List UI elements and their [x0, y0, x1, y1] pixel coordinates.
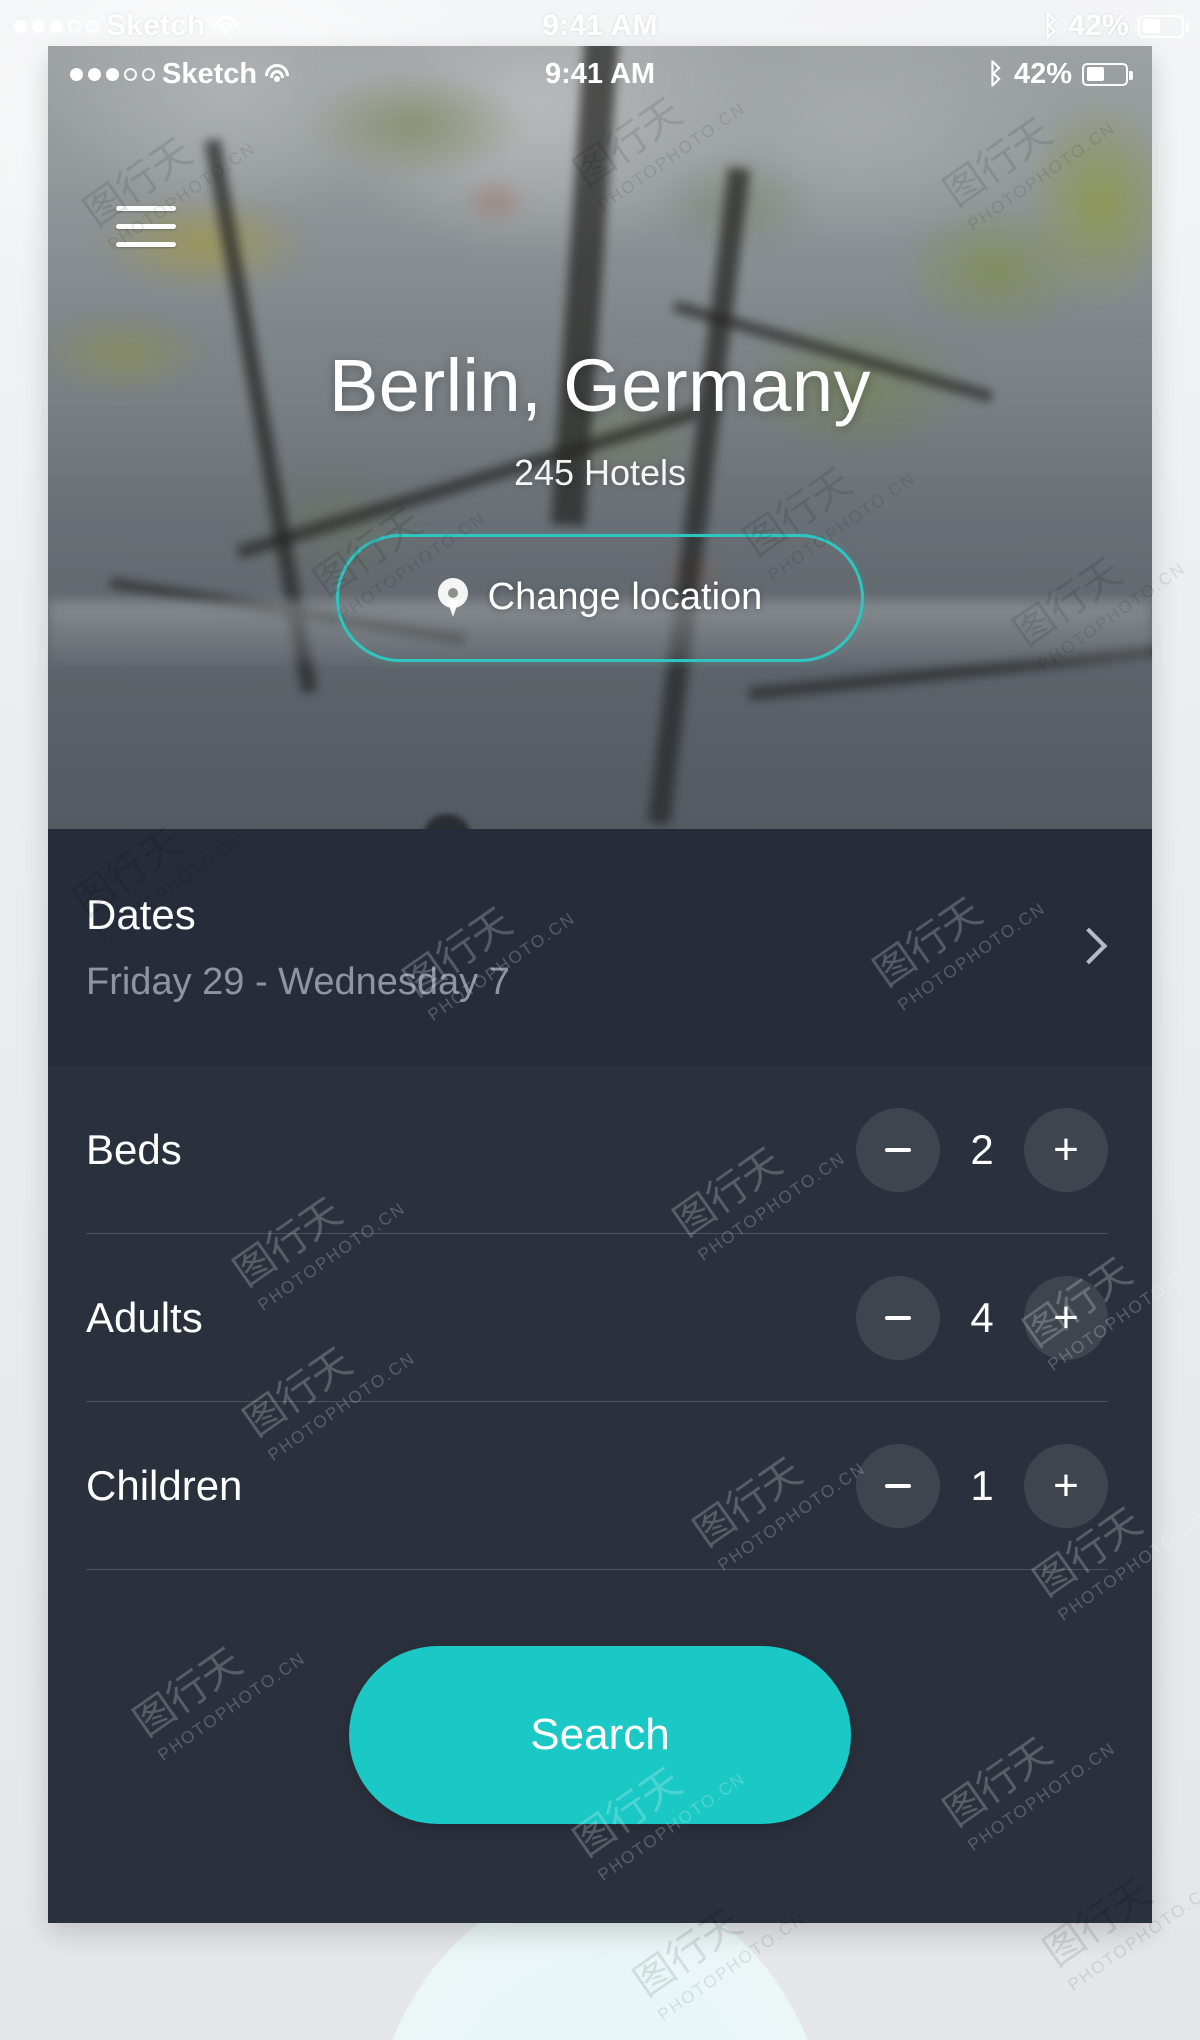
- outer-status-right: ᛒ 42%: [1042, 9, 1189, 43]
- minus-icon-children[interactable]: [856, 1444, 940, 1528]
- counter-value-children: 1: [970, 1462, 994, 1509]
- plus-icon-beds[interactable]: +: [1024, 1108, 1108, 1192]
- counter-value-adults: 4: [970, 1294, 994, 1341]
- hero-content: Berlin, Germany 245 Hotels Change locati…: [48, 346, 1152, 662]
- dates-label: Dates: [86, 891, 196, 938]
- page-root: Sketch 9:41 AM ᛒ 42% Sketch 9:41 AM ᛒ 42…: [0, 0, 1200, 2040]
- search-button[interactable]: Search: [349, 1646, 851, 1824]
- search-button-wrap: Search: [48, 1570, 1152, 1824]
- battery-icon: [1138, 14, 1189, 38]
- hero-section: Sketch 9:41 AM ᛒ 42% Berlin, Germany 245…: [48, 46, 1152, 829]
- phone-mockup: Sketch 9:41 AM ᛒ 42% Berlin, Germany 245…: [48, 46, 1152, 1923]
- dates-row[interactable]: Dates Friday 29 - Wednesday 7: [48, 829, 1152, 1066]
- page-title: Berlin, Germany: [328, 344, 872, 427]
- counter-row-children: Children 1 +: [48, 1402, 1152, 1570]
- quantity-stepper-beds: 2 +: [856, 1108, 1108, 1192]
- quantity-stepper-adults: 4 +: [856, 1276, 1108, 1360]
- search-form-panel: Dates Friday 29 - Wednesday 7 Beds 2 + A…: [48, 829, 1152, 1923]
- battery-percent-label: 42%: [1013, 57, 1072, 90]
- minus-icon-beds[interactable]: [856, 1108, 940, 1192]
- counter-label-adults: Adults: [86, 1294, 203, 1341]
- chevron-right-icon[interactable]: [1074, 926, 1100, 970]
- clock-label: 9:41 AM: [542, 9, 658, 42]
- counter-label-children: Children: [86, 1462, 243, 1509]
- hamburger-menu-icon[interactable]: [116, 206, 176, 252]
- counter-value-beds: 2: [970, 1126, 994, 1173]
- status-bar-right: ᛒ 42%: [987, 57, 1133, 91]
- plus-icon-adults[interactable]: +: [1024, 1276, 1108, 1360]
- change-location-label: Change location: [487, 576, 763, 619]
- status-bar: Sketch 9:41 AM ᛒ 42%: [48, 46, 1152, 102]
- counter-label-beds: Beds: [86, 1126, 182, 1173]
- battery-icon: [1082, 62, 1133, 86]
- counter-row-adults: Adults 4 +: [48, 1234, 1152, 1402]
- counter-row-beds: Beds 2 +: [48, 1066, 1152, 1234]
- dates-value: Friday 29 - Wednesday 7: [86, 961, 510, 1003]
- change-location-button[interactable]: Change location: [336, 533, 864, 662]
- bluetooth-icon: ᛒ: [987, 58, 1004, 89]
- bluetooth-icon: ᛒ: [1042, 10, 1060, 41]
- quantity-stepper-children: 1 +: [856, 1444, 1108, 1528]
- hotels-count-label: 245 Hotels: [513, 451, 687, 493]
- dates-texts: Dates Friday 29 - Wednesday 7: [86, 891, 1074, 1004]
- minus-icon-adults[interactable]: [856, 1276, 940, 1360]
- outer-status-bar: Sketch 9:41 AM ᛒ 42%: [0, 0, 1200, 52]
- battery-percent-label: 42%: [1068, 9, 1129, 42]
- plus-icon-children[interactable]: +: [1024, 1444, 1108, 1528]
- map-pin-icon: [437, 577, 468, 618]
